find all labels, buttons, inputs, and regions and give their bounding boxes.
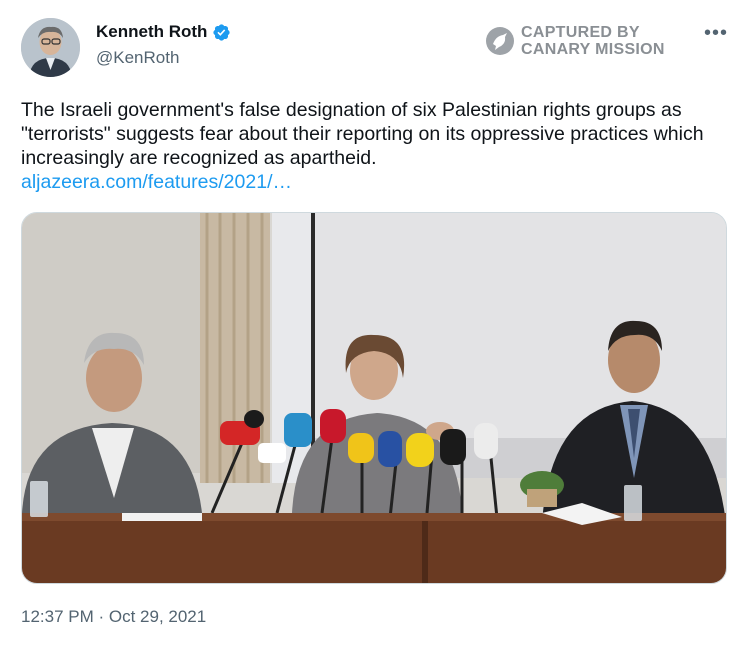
verified-badge-icon xyxy=(213,23,231,41)
watermark-line-2: CANARY MISSION xyxy=(521,41,665,58)
author-name[interactable]: Kenneth Roth xyxy=(96,22,207,42)
tweet-timestamp[interactable]: 12:37 PM · Oct 29, 2021 xyxy=(21,607,206,627)
article-link[interactable]: aljazeera.com/features/2021/… xyxy=(21,170,721,194)
tweet-photo[interactable] xyxy=(21,212,727,584)
tweet-body: The Israeli government's false designati… xyxy=(21,98,721,194)
canary-mission-watermark: CAPTURED BY CANARY MISSION xyxy=(486,24,665,58)
author-avatar[interactable] xyxy=(21,18,80,77)
author-name-row: Kenneth Roth xyxy=(96,22,231,42)
author-handle[interactable]: @KenRoth xyxy=(96,48,179,68)
canary-bird-icon xyxy=(486,27,514,55)
more-options-icon[interactable]: ••• xyxy=(704,22,728,45)
watermark-line-1: CAPTURED BY xyxy=(521,24,640,41)
avatar-image xyxy=(21,18,80,77)
watermark-text: CAPTURED BY CANARY MISSION xyxy=(521,24,665,58)
tweet-text: The Israeli government's false designati… xyxy=(21,99,704,169)
press-conference-photo xyxy=(22,213,726,583)
